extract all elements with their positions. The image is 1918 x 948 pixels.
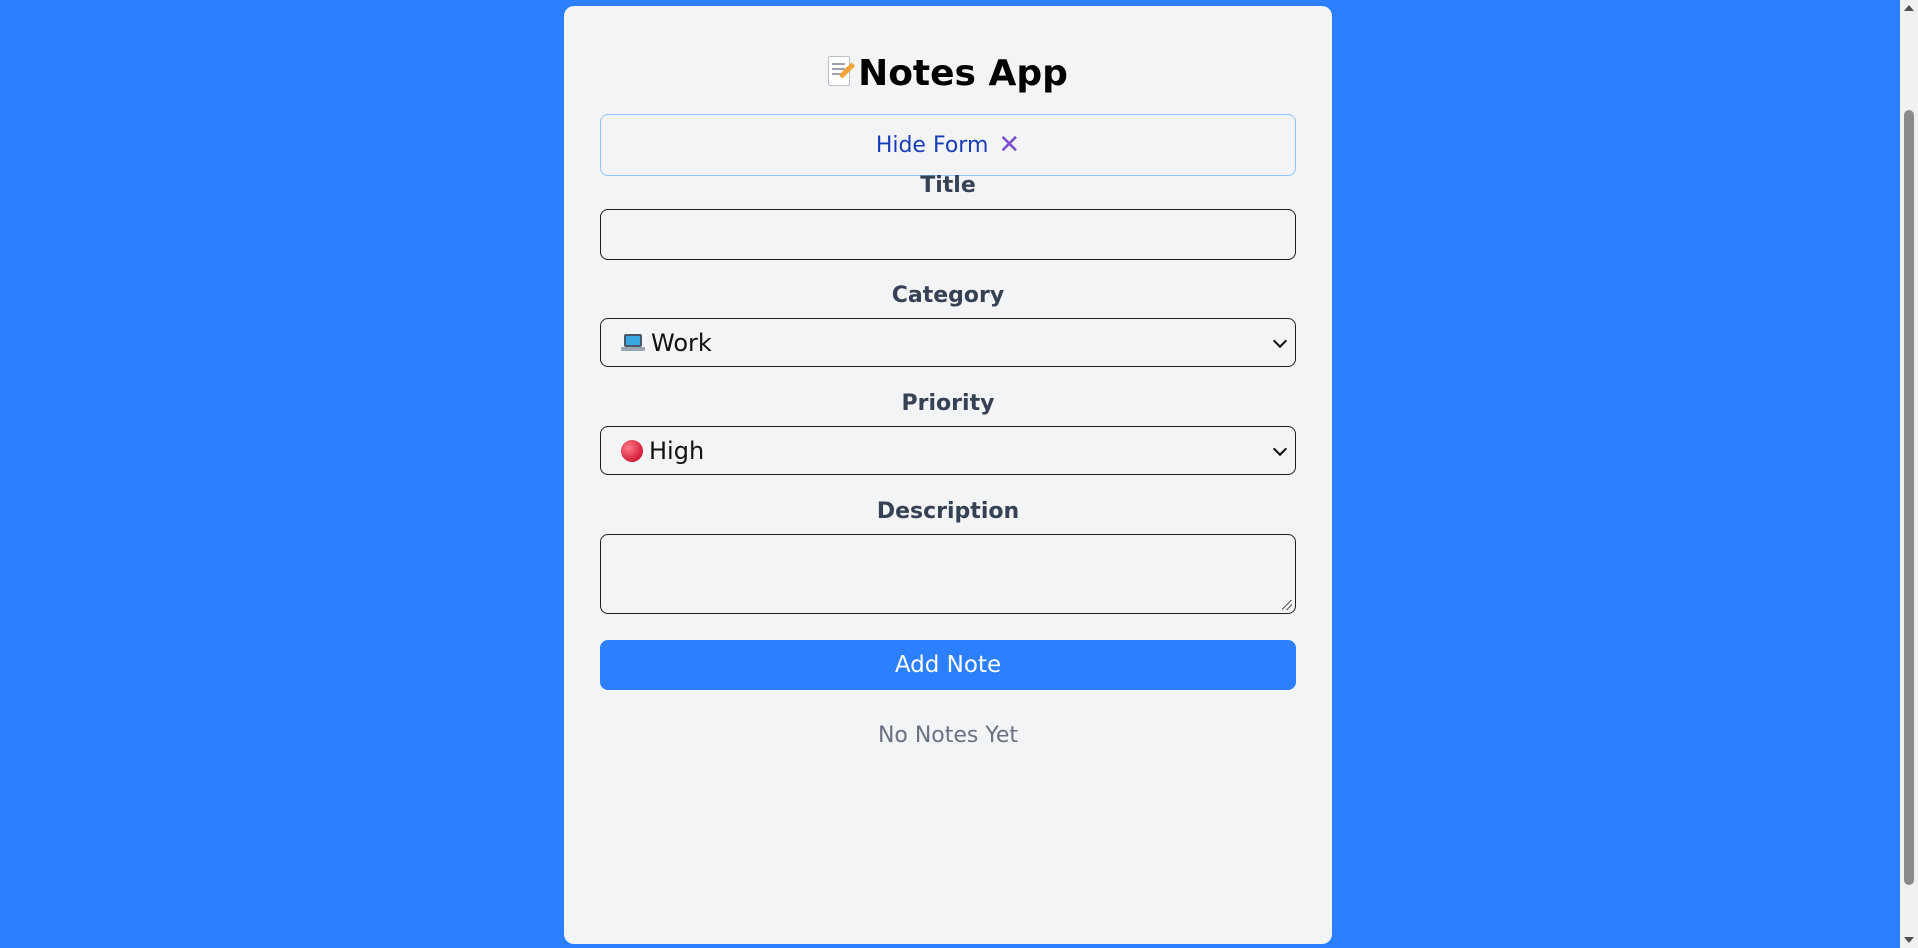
notes-card: Notes App Hide Form ✕ Title Category Wor… (564, 6, 1332, 944)
title-label: Title (920, 173, 976, 198)
resize-handle-icon[interactable] (1282, 600, 1292, 610)
vertical-scrollbar[interactable] (1900, 0, 1918, 948)
priority-select[interactable]: High (600, 426, 1296, 475)
memo-icon (828, 56, 856, 88)
scroll-down-arrow-icon[interactable] (1904, 937, 1914, 943)
empty-notes-message: No Notes Yet (877, 723, 1019, 748)
category-select[interactable]: Work (600, 318, 1296, 367)
add-note-button[interactable]: Add Note (600, 640, 1296, 690)
category-selected-value: Work (651, 328, 712, 357)
hide-form-label: Hide Form (875, 132, 989, 158)
chevron-down-icon (1272, 333, 1288, 348)
red-circle-icon (621, 439, 643, 462)
cross-mark-icon: ✕ (998, 130, 1021, 160)
description-textarea[interactable] (600, 534, 1296, 614)
app-title-text: Notes App (858, 53, 1068, 94)
laptop-icon (621, 333, 645, 352)
category-label: Category (891, 283, 1005, 308)
description-label: Description (876, 499, 1020, 524)
priority-selected-value: High (649, 436, 705, 465)
priority-label: Priority (901, 391, 995, 416)
title-input[interactable] (600, 209, 1296, 260)
scroll-up-arrow-icon[interactable] (1904, 5, 1914, 11)
scroll-thumb[interactable] (1904, 110, 1914, 885)
chevron-down-icon (1272, 441, 1288, 456)
hide-form-button[interactable]: Hide Form ✕ (600, 114, 1296, 176)
app-title: Notes App (564, 50, 1332, 98)
